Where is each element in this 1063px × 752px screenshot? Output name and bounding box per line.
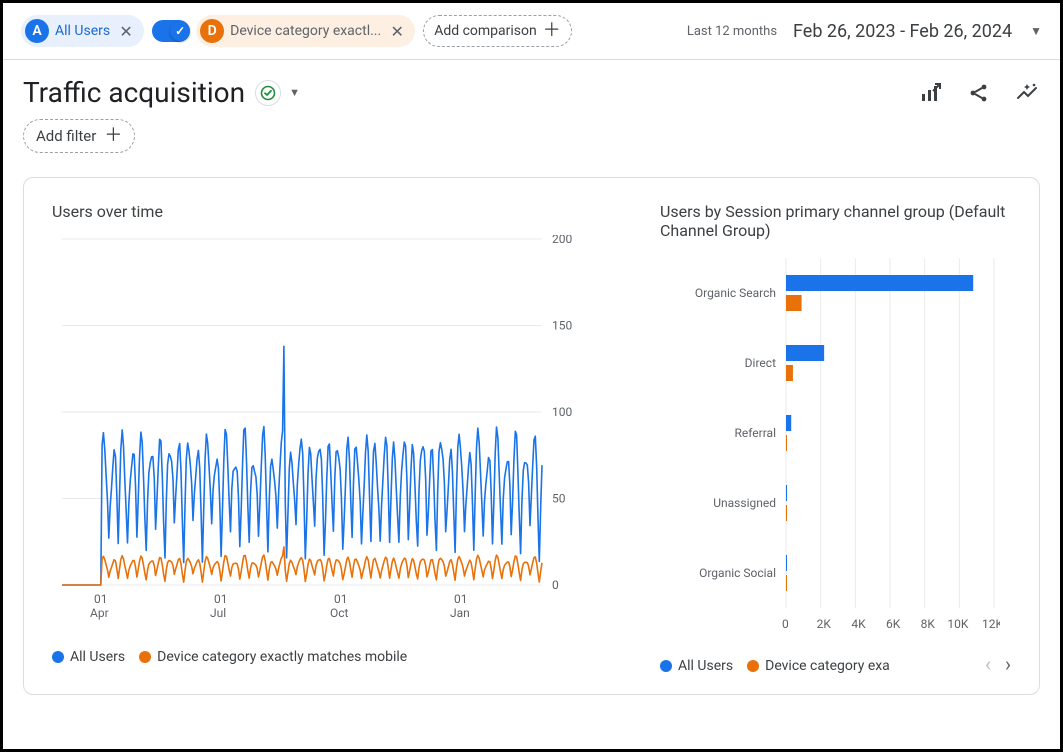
svg-text:12K: 12K bbox=[982, 617, 1000, 631]
svg-text:Oct: Oct bbox=[330, 606, 349, 620]
svg-text:6K: 6K bbox=[886, 617, 901, 631]
add-filter-button[interactable]: Add filter ＋ bbox=[23, 119, 135, 153]
svg-text:0: 0 bbox=[782, 617, 789, 631]
customize-report-icon[interactable] bbox=[918, 80, 944, 106]
line-chart[interactable]: 05010015020001Apr01Jul01Oct01Jan bbox=[52, 235, 592, 635]
svg-text:01: 01 bbox=[94, 592, 108, 606]
panel-users-over-time: Users over time 05010015020001Apr01Jul01… bbox=[52, 202, 612, 674]
filter-row: Add filter ＋ bbox=[3, 115, 1060, 169]
svg-text:100: 100 bbox=[552, 405, 572, 419]
svg-text:Unassigned: Unassigned bbox=[713, 496, 776, 510]
share-icon[interactable] bbox=[966, 80, 992, 106]
plus-icon: ＋ bbox=[543, 22, 561, 40]
close-icon[interactable]: ✕ bbox=[387, 22, 407, 41]
segment-chip-all-users[interactable]: A All Users ✕ bbox=[21, 15, 144, 47]
comparison-header: A All Users ✕ D Device category exactl..… bbox=[3, 3, 1060, 60]
legend-label: Device category exa bbox=[765, 658, 890, 674]
chart-title: Users by Session primary channel group (… bbox=[660, 202, 1011, 240]
report-card: Users over time 05010015020001Apr01Jul01… bbox=[23, 177, 1040, 695]
legend-dot-icon bbox=[747, 660, 759, 672]
legend-item: Device category exactly matches mobile bbox=[139, 649, 407, 665]
svg-text:Direct: Direct bbox=[745, 356, 776, 370]
legend-item: Device category exa bbox=[747, 658, 890, 674]
svg-text:01: 01 bbox=[454, 592, 468, 606]
legend-label: Device category exactly matches mobile bbox=[157, 649, 407, 665]
svg-text:200: 200 bbox=[552, 235, 572, 246]
date-range-picker[interactable]: Feb 26, 2023 - Feb 26, 2024 bbox=[793, 21, 1012, 42]
segment-label: All Users bbox=[55, 23, 110, 39]
svg-text:8K: 8K bbox=[921, 617, 936, 631]
segment-badge-d: D bbox=[200, 19, 224, 43]
legend-label: All Users bbox=[678, 658, 733, 674]
svg-text:4K: 4K bbox=[851, 617, 866, 631]
check-circle-icon bbox=[260, 85, 276, 101]
page-title: Traffic acquisition bbox=[23, 76, 245, 109]
legend-dot-icon bbox=[52, 651, 64, 663]
svg-text:01: 01 bbox=[214, 592, 228, 606]
segment-label: Device category exactl... bbox=[230, 23, 381, 39]
add-filter-label: Add filter bbox=[36, 127, 96, 145]
add-comparison-button[interactable]: Add comparison ＋ bbox=[423, 15, 572, 47]
chevron-down-icon[interactable]: ▼ bbox=[289, 86, 300, 99]
add-comparison-label: Add comparison bbox=[434, 23, 537, 39]
insights-icon[interactable] bbox=[1014, 80, 1040, 106]
period-label: Last 12 months bbox=[687, 24, 777, 39]
svg-text:Referral: Referral bbox=[735, 426, 777, 440]
svg-text:01: 01 bbox=[334, 592, 348, 606]
legend-item: All Users bbox=[52, 649, 125, 665]
segment-badge-a: A bbox=[25, 19, 49, 43]
svg-text:Jul: Jul bbox=[210, 606, 226, 620]
svg-text:Organic Social: Organic Social bbox=[699, 566, 776, 580]
legend-item: All Users bbox=[660, 658, 733, 674]
svg-text:10K: 10K bbox=[947, 617, 968, 631]
svg-text:2K: 2K bbox=[817, 617, 832, 631]
chart-legend: All Users Device category exactly matche… bbox=[52, 649, 612, 665]
close-icon[interactable]: ✕ bbox=[116, 22, 136, 41]
legend-pager: ‹ › bbox=[985, 652, 1011, 676]
chevron-right-icon[interactable]: › bbox=[1005, 652, 1011, 676]
title-actions bbox=[918, 80, 1040, 106]
svg-text:0: 0 bbox=[552, 578, 559, 592]
segment-chip-device[interactable]: D Device category exactl... ✕ bbox=[196, 15, 415, 47]
status-badge[interactable] bbox=[255, 80, 281, 106]
panel-users-by-channel: Users by Session primary channel group (… bbox=[660, 202, 1011, 674]
svg-text:150: 150 bbox=[552, 319, 572, 333]
legend-dot-icon bbox=[660, 660, 672, 672]
chart-legend: All Users Device category exa bbox=[660, 658, 1011, 674]
svg-text:Apr: Apr bbox=[90, 606, 109, 620]
svg-text:Organic Search: Organic Search bbox=[695, 286, 776, 300]
svg-text:50: 50 bbox=[552, 492, 566, 506]
legend-dot-icon bbox=[139, 651, 151, 663]
chevron-left-icon[interactable]: ‹ bbox=[985, 652, 991, 676]
bar-chart[interactable]: 0 2K 4K 6K 8K 10K 12K Organic Search Direct Refer… bbox=[660, 254, 1000, 644]
title-bar: Traffic acquisition ▼ bbox=[3, 60, 1060, 115]
svg-text:Jan: Jan bbox=[450, 606, 470, 620]
chart-title: Users over time bbox=[52, 202, 612, 221]
toggle-knob bbox=[170, 21, 190, 41]
legend-label: All Users bbox=[70, 649, 125, 665]
segment-toggle[interactable] bbox=[152, 20, 190, 42]
chevron-down-icon[interactable]: ▼ bbox=[1030, 24, 1042, 38]
plus-icon: ＋ bbox=[104, 127, 122, 145]
